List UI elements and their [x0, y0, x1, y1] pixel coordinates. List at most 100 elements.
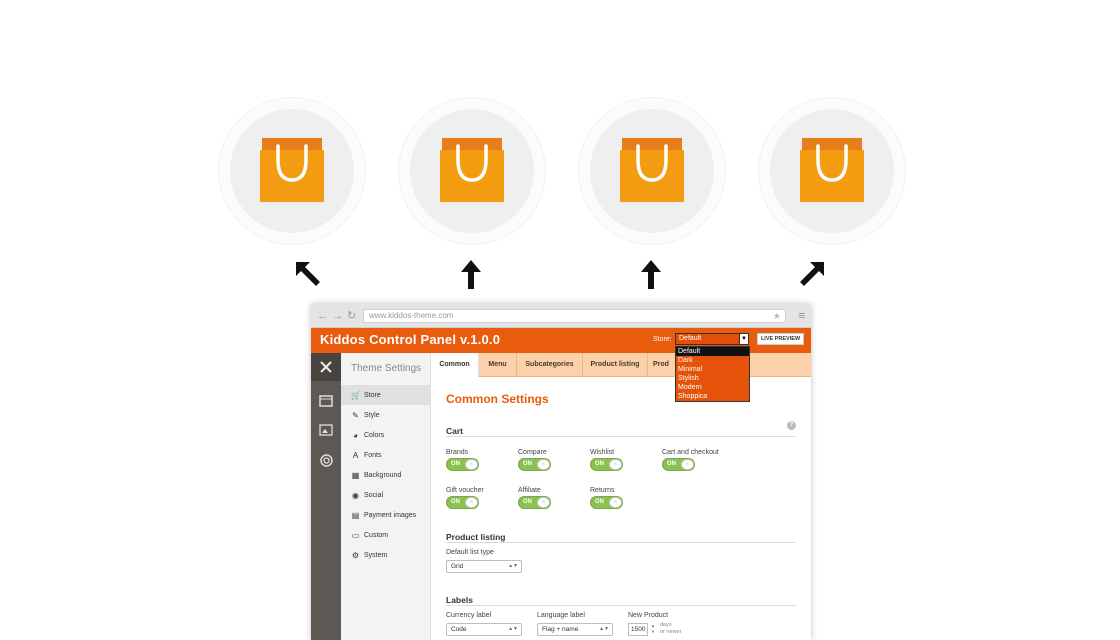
toggle-knob: ≡ — [609, 459, 622, 470]
sidebar-item-label: System — [364, 551, 388, 559]
toggle-knob: ≡ — [465, 459, 478, 470]
store-option[interactable]: Minimal — [676, 365, 749, 374]
product-listing-section-header: Product listing — [446, 527, 796, 543]
toggle-label: Wishlist — [590, 449, 615, 456]
new-product-days-input[interactable]: 1500 — [628, 623, 648, 636]
brush-icon: ✎ — [352, 410, 359, 420]
sidebar-item-label: Custom — [364, 531, 389, 539]
select-arrows-icon: ▲▼ — [508, 626, 518, 632]
stepper-arrows-icon[interactable]: ▲ ▼ — [650, 623, 656, 636]
arrow-up-right-icon — [800, 262, 824, 286]
tab-subcategories[interactable]: Subcategories — [517, 353, 583, 377]
color-wheel-icon: ◕ — [353, 430, 358, 440]
default-list-type-select[interactable]: Grid ▲▼ — [446, 560, 522, 573]
store-label: Store: — [653, 336, 672, 343]
store-option[interactable]: Shoppica — [676, 392, 749, 401]
back-button[interactable]: ← — [317, 309, 328, 323]
toggle-label: Returns — [590, 487, 615, 494]
sidebar-item-system[interactable]: ⚙ System — [341, 545, 430, 565]
toggle-label: Gift voucher — [446, 487, 484, 494]
store-option[interactable]: Dark — [676, 356, 749, 365]
icon-rail — [311, 353, 341, 640]
sidebar-item-style[interactable]: ✎ Style — [341, 405, 430, 425]
language-label-select[interactable]: Flag + name ▲▼ — [537, 623, 613, 636]
arrow-up-left-icon — [296, 262, 320, 286]
url-text: www.kiddos-theme.com — [369, 311, 454, 320]
currency-label-select[interactable]: Code ▲▼ — [446, 623, 522, 636]
gear-icon: ⚙ — [351, 550, 360, 560]
toggle-state: ON — [595, 461, 604, 467]
tools-icon[interactable] — [311, 353, 341, 381]
select-arrows-icon: ▲▼ — [508, 563, 518, 569]
reload-button[interactable]: ↻ — [347, 309, 356, 323]
store-option[interactable]: Default — [676, 347, 749, 356]
compare-toggle[interactable]: ON ≡ — [518, 458, 551, 471]
store-select[interactable]: Default ▼ — [675, 333, 749, 345]
arrow-up-icon — [641, 260, 661, 289]
tab-product[interactable]: Prod — [648, 353, 674, 377]
sidebar-item-label: Background — [364, 471, 402, 479]
affiliate-toggle[interactable]: ON ≡ — [518, 496, 551, 509]
currency-label-label: Currency label — [446, 612, 492, 619]
sidebar-item-background[interactable]: ▦ Background — [341, 465, 430, 485]
tab-product-listing[interactable]: Product listing — [583, 353, 648, 377]
sidebar-item-fonts[interactable]: A Fonts — [341, 445, 430, 465]
browser-menu-icon[interactable]: ≡ — [799, 309, 805, 323]
bag-circle — [399, 98, 545, 244]
toggle-label: Affiliate — [518, 487, 541, 494]
shopping-bag-icon — [260, 138, 324, 202]
sidebar-item-label: Social — [364, 491, 384, 499]
toggle-knob: ≡ — [537, 497, 550, 508]
support-icon[interactable] — [311, 446, 341, 474]
toggle-label: Cart and checkout — [662, 449, 719, 456]
toggle-state: ON — [523, 499, 532, 505]
toggle-label: Brands — [446, 449, 469, 456]
section-title: Cart — [446, 426, 464, 436]
shopping-bag-icon — [800, 138, 864, 202]
sidebar-item-label: Colors — [364, 431, 385, 439]
store-option[interactable]: Stylish — [676, 374, 749, 383]
toggle-label: Compare — [518, 449, 547, 456]
tab-menu[interactable]: Menu — [479, 353, 517, 377]
bag-circle — [579, 98, 725, 244]
live-preview-button[interactable]: LIVE PREVIEW — [757, 333, 804, 345]
sidebar-item-payment-images[interactable]: ▤ Payment images — [341, 505, 430, 525]
sidebar-item-label: Style — [364, 411, 380, 419]
toggle-knob: ≡ — [681, 459, 694, 470]
chevron-down-icon[interactable]: ▼ — [739, 334, 748, 344]
brands-toggle[interactable]: ON ≡ — [446, 458, 479, 471]
select-value: Flag + name — [542, 626, 579, 633]
store-option[interactable]: Modern — [676, 383, 749, 392]
sidebar-item-colors[interactable]: ◕ Colors — [341, 425, 430, 445]
language-label-label: Language label — [537, 612, 585, 619]
settings-sidebar: Theme Settings 🛒 Store ✎ Style ◕ Colors A Fonts… — [341, 353, 431, 640]
tab-common[interactable]: Common — [431, 353, 479, 377]
gift-voucher-toggle[interactable]: ON ≡ — [446, 496, 479, 509]
arrow-up-icon — [461, 260, 481, 289]
new-product-unit-note: or newer — [660, 629, 682, 635]
cart-and-checkout-toggle[interactable]: ON ≡ — [662, 458, 695, 471]
toggle-state: ON — [451, 461, 460, 467]
forward-button[interactable]: → — [332, 309, 343, 323]
layout-icon[interactable] — [311, 387, 341, 415]
new-product-unit: days — [660, 622, 672, 628]
sidebar-item-custom[interactable]: ▭ Custom — [341, 525, 430, 545]
image-icon[interactable] — [311, 416, 341, 444]
sidebar-item-label: Store — [364, 391, 381, 399]
returns-toggle[interactable]: ON ≡ — [590, 496, 623, 509]
page-title: Kiddos Control Panel v.1.0.0 — [320, 332, 501, 347]
address-bar[interactable]: www.kiddos-theme.com ★ — [363, 309, 786, 323]
settings-tabs: Common Menu Subcategories Product listin… — [431, 353, 811, 377]
star-icon[interactable]: ★ — [773, 310, 781, 322]
sidebar-item-social[interactable]: ◉ Social — [341, 485, 430, 505]
select-arrows-icon: ▲▼ — [599, 626, 609, 632]
section-title: Product listing — [446, 532, 506, 542]
payment-icon: ▤ — [351, 510, 360, 520]
sidebar-item-store[interactable]: 🛒 Store — [341, 385, 430, 405]
help-icon[interactable]: ? — [787, 421, 796, 430]
shopping-bag-icon — [620, 138, 684, 202]
toggle-state: ON — [667, 461, 676, 467]
labels-section-header: Labels — [446, 590, 796, 606]
wishlist-toggle[interactable]: ON ≡ — [590, 458, 623, 471]
browser-toolbar: ← → ↻ www.kiddos-theme.com ★ ≡ — [311, 304, 811, 328]
